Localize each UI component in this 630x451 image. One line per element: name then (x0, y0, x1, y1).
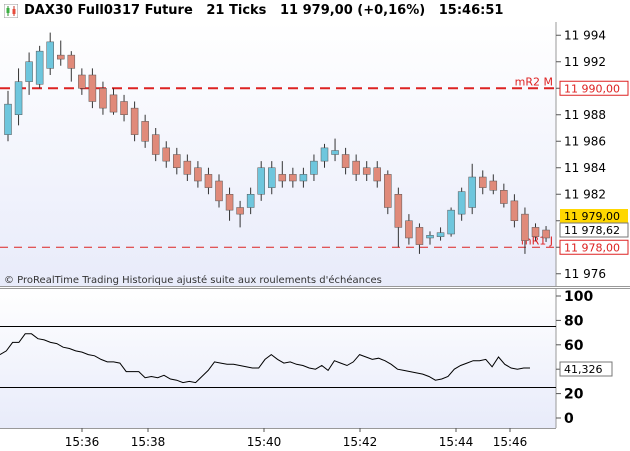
candle-down (151, 134, 160, 155)
candle-down (278, 174, 287, 182)
candle-up (331, 150, 339, 155)
current-price-label: 11 979,00 (564, 210, 620, 223)
indicator-tick-label: 100 (564, 289, 593, 305)
candle-down (78, 74, 86, 89)
candle-up (299, 174, 308, 182)
candle-down (162, 147, 170, 162)
candle-down (109, 94, 118, 113)
candle-up (35, 50, 44, 85)
time-axis: 15:36 15:38 15:40 15:42 15:44 15:46 (0, 428, 630, 451)
chart-title: DAX30 Full0317 Future 21 Ticks 11 979,00… (24, 3, 503, 18)
candle-up (320, 147, 329, 162)
candle-down (173, 154, 181, 168)
price-tick-label: 11 986 (564, 134, 606, 148)
cursor-price-label: 11 978,62 (564, 224, 620, 237)
indicator-background (0, 288, 556, 428)
candle-down (394, 194, 403, 228)
level-price-label: 11 990,00 (564, 82, 620, 95)
candle-down (99, 88, 107, 109)
chart-header: DAX30 Full0317 Future 21 Ticks 11 979,00… (0, 0, 630, 22)
candle-down (289, 174, 297, 182)
price-tick-label: 11 984 (564, 161, 606, 175)
level-price-label: 11 978,00 (564, 241, 620, 254)
candle-up (14, 81, 23, 115)
candle-down (236, 207, 244, 215)
price-tick-label: 11 992 (564, 55, 606, 69)
candle-up (246, 194, 255, 208)
candle-up (46, 41, 54, 69)
candle-down (341, 154, 350, 168)
indicator-axis-background (556, 288, 630, 428)
indicator-chart[interactable]: 100806040200 41,326 (0, 288, 630, 428)
candle-down (542, 229, 550, 239)
indicator-tick-label: 20 (564, 387, 584, 403)
price-tick-label: 11 982 (564, 187, 606, 201)
time-tick-label: 15:38 (131, 435, 166, 449)
trading-chart-window: DAX30 Full0317 Future 21 Ticks 11 979,00… (0, 0, 630, 451)
candle-down (521, 213, 529, 241)
candle-down (500, 190, 508, 204)
time-tick-label: 15:44 (439, 435, 474, 449)
candle-down (183, 160, 192, 175)
candle-up (25, 61, 33, 82)
copyright-note: © ProRealTime Trading Historique ajusté … (4, 274, 382, 286)
candle-down (352, 160, 360, 175)
indicator-tick-label: 60 (564, 338, 584, 354)
candle-down (415, 227, 424, 245)
candle-up (268, 167, 276, 188)
last-quote: 11 979,00 (+0,16%) (279, 3, 426, 18)
candle-down (204, 174, 213, 188)
quote-time: 15:46:51 (438, 3, 504, 18)
candle-down (384, 174, 392, 208)
candle-up (4, 103, 12, 135)
indicator-tick-label: 80 (564, 313, 584, 329)
candle-up (310, 160, 318, 175)
candle-up (436, 232, 445, 237)
time-tick-label: 15:42 (343, 435, 378, 449)
candle-down (130, 107, 139, 135)
instrument-name: DAX30 Full0317 Future (24, 3, 193, 18)
time-tick-label: 15:46 (493, 435, 528, 449)
candle-down (362, 167, 371, 175)
candle-down (141, 121, 149, 142)
indicator-value-label: 41,326 (564, 363, 603, 376)
candle-down (531, 227, 540, 237)
time-tick-label: 15:36 (65, 435, 100, 449)
candle-down (194, 167, 202, 182)
indicator-tick-label: 0 (564, 411, 574, 427)
candle-down (373, 167, 381, 182)
price-tick-label: 11 976 (564, 267, 606, 281)
candle-down (120, 101, 128, 115)
candle-up (457, 191, 466, 215)
plot-background (0, 22, 556, 287)
candlestick-icon (4, 4, 18, 18)
candle-up (257, 167, 265, 195)
candle-up (426, 235, 434, 239)
candle-down (405, 220, 413, 239)
candle-down (67, 54, 76, 69)
candle-down (510, 200, 519, 221)
candle-down (225, 194, 234, 211)
candle-up (447, 209, 455, 235)
price-tick-label: 11 988 (564, 108, 606, 122)
price-tick-label: 11 994 (564, 28, 606, 42)
candle-down (215, 180, 223, 202)
candle-down (57, 54, 65, 60)
candle-up (468, 176, 476, 208)
tick-interval: 21 Ticks (206, 3, 267, 18)
level-name: mR2 M (515, 75, 553, 88)
candle-down (489, 180, 498, 191)
candle-down (88, 74, 97, 102)
time-tick-label: 15:40 (247, 435, 282, 449)
candle-down (479, 176, 487, 188)
price-chart[interactable]: 11 99411 99211 99011 98811 98611 98411 9… (0, 22, 630, 287)
